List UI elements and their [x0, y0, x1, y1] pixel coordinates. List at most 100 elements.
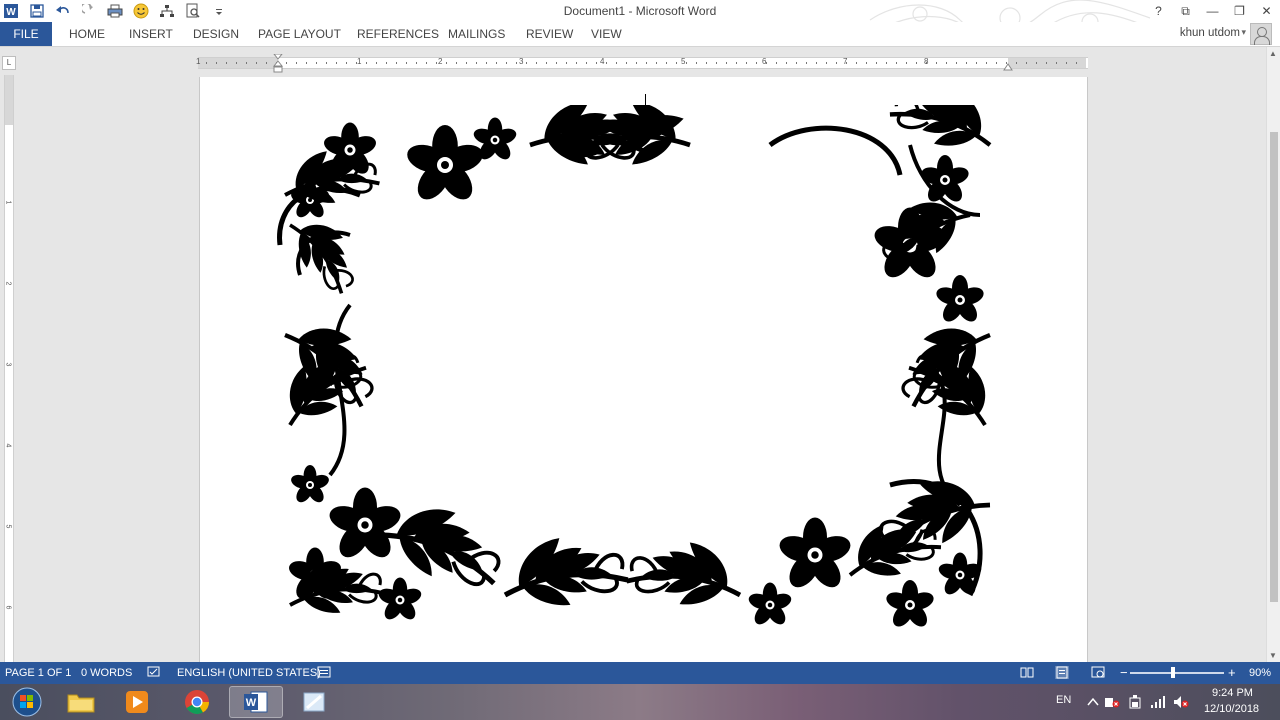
customize-icon[interactable] [208, 0, 230, 22]
ruler-tick [516, 62, 517, 64]
minimize-button[interactable]: — [1199, 0, 1226, 22]
ruler-tick [746, 62, 747, 64]
ruler-tick [436, 62, 437, 64]
clock-date[interactable]: 12/10/2018 [1204, 703, 1259, 715]
media-player-icon[interactable] [110, 686, 164, 718]
save-icon[interactable] [26, 0, 48, 22]
proofing-icon[interactable] [147, 666, 161, 679]
zoom-slider-thumb[interactable] [1171, 667, 1175, 678]
ruler-number: 2 [4, 281, 12, 286]
file-explorer-icon[interactable] [54, 686, 108, 718]
undo-icon[interactable] [52, 0, 74, 22]
chrome-icon[interactable] [170, 686, 224, 718]
user-name[interactable]: khun utdom [1180, 27, 1240, 39]
volume-muted-icon[interactable] [1173, 695, 1189, 709]
tab-page-layout[interactable]: PAGE LAYOUT [258, 22, 341, 46]
ruler-number: 1 [196, 57, 201, 66]
ruler-tick [566, 62, 567, 64]
web-layout-icon[interactable] [1091, 666, 1105, 679]
network-icon[interactable] [1150, 695, 1166, 709]
language-indicator[interactable]: ENGLISH (UNITED STATES) [177, 667, 321, 679]
ruler-tick [1076, 62, 1077, 64]
tab-file[interactable]: FILE [0, 22, 52, 46]
right-indent-icon[interactable] [1003, 63, 1013, 71]
tab-references[interactable]: REFERENCES [357, 22, 439, 46]
ruler-tick [946, 62, 947, 64]
ruler-tick [996, 62, 997, 64]
ruler-number: 6 [762, 57, 767, 66]
ruler-tick [1046, 62, 1047, 64]
vertical-ruler[interactable]: 1 2 3 4 5 6 [4, 75, 14, 662]
tab-mailings[interactable]: MAILINGS [448, 22, 505, 46]
document-page[interactable] [199, 77, 1088, 662]
ruler-tick [1026, 62, 1027, 64]
ruler-tick [416, 62, 417, 64]
vertical-scrollbar[interactable]: ▲ ▼ [1266, 47, 1280, 662]
ruler-tick [536, 62, 537, 64]
floral-frame-image[interactable] [270, 105, 1000, 635]
read-mode-icon[interactable] [1020, 666, 1034, 679]
tab-design[interactable]: DESIGN [193, 22, 239, 46]
ruler-number: 1 [4, 200, 12, 205]
blank-app-icon[interactable] [287, 686, 341, 718]
ruler-tick [906, 62, 907, 64]
ruler-number: 3 [519, 57, 524, 66]
tab-selector[interactable]: L [2, 56, 16, 70]
clock-time[interactable]: 9:24 PM [1212, 687, 1253, 699]
help-button[interactable]: ? [1145, 0, 1172, 22]
scroll-down-icon[interactable]: ▼ [1269, 651, 1277, 660]
ruler-tick [636, 62, 637, 64]
ruler-tick [306, 62, 307, 64]
page-count[interactable]: PAGE 1 OF 1 [5, 667, 71, 679]
ruler-tick [836, 62, 837, 64]
scroll-up-icon[interactable]: ▲ [1269, 49, 1277, 58]
ruler-tick [296, 62, 297, 64]
close-button[interactable]: ✕ [1253, 0, 1280, 22]
ruler-tick [316, 62, 317, 64]
tab-home[interactable]: HOME [69, 22, 105, 46]
zoom-in-button[interactable]: + [1228, 665, 1236, 680]
show-hidden-icons-icon[interactable] [1087, 697, 1099, 707]
ruler-tick [406, 62, 407, 64]
zoom-level[interactable]: 90% [1249, 667, 1271, 679]
macro-icon[interactable] [317, 666, 331, 679]
input-language[interactable]: EN [1056, 694, 1071, 706]
avatar[interactable] [1250, 23, 1272, 45]
zoom-slider[interactable] [1130, 672, 1224, 674]
restore-button[interactable]: ❐ [1226, 0, 1253, 22]
start-orb-icon[interactable] [0, 686, 54, 718]
scrollbar-thumb[interactable] [1270, 132, 1278, 602]
ruler-tick [526, 62, 527, 64]
ruler-tick [1036, 62, 1037, 64]
ruler-number: 3 [4, 362, 12, 367]
preview-icon[interactable] [182, 0, 204, 22]
print-layout-icon[interactable] [1055, 666, 1069, 679]
ruler-tick [676, 62, 677, 64]
org-icon[interactable] [156, 0, 178, 22]
ruler-tick [376, 62, 377, 64]
indent-marker-icon[interactable] [273, 54, 283, 74]
smiley-icon[interactable] [130, 0, 152, 22]
tab-view[interactable]: VIEW [591, 22, 622, 46]
word-taskbar-icon[interactable]: W [229, 686, 283, 718]
action-center-icon[interactable] [1104, 695, 1120, 709]
ruler-tick [816, 62, 817, 64]
word-icon[interactable]: W [0, 0, 22, 22]
ruler-tick [756, 62, 757, 64]
ruler-tick [696, 62, 697, 64]
ruler-number: 8 [924, 57, 929, 66]
user-dropdown-icon[interactable]: ▾ [1241, 27, 1246, 38]
ruler-tick [366, 62, 367, 64]
ruler-tick [216, 62, 217, 64]
horizontal-ruler[interactable]: 1 1 2 3 4 5 6 7 8 [196, 54, 1088, 73]
redo-icon[interactable] [78, 0, 100, 22]
print-icon[interactable] [104, 0, 126, 22]
word-count[interactable]: 0 WORDS [81, 667, 132, 679]
tab-review[interactable]: REVIEW [526, 22, 573, 46]
window-controls: ? ⧉ — ❐ ✕ [1145, 0, 1280, 22]
power-icon[interactable] [1128, 694, 1142, 710]
tab-insert[interactable]: INSERT [129, 22, 173, 46]
ribbon-display-button[interactable]: ⧉ [1172, 0, 1199, 22]
zoom-out-button[interactable]: − [1120, 665, 1128, 680]
ruler-tick [956, 62, 957, 64]
